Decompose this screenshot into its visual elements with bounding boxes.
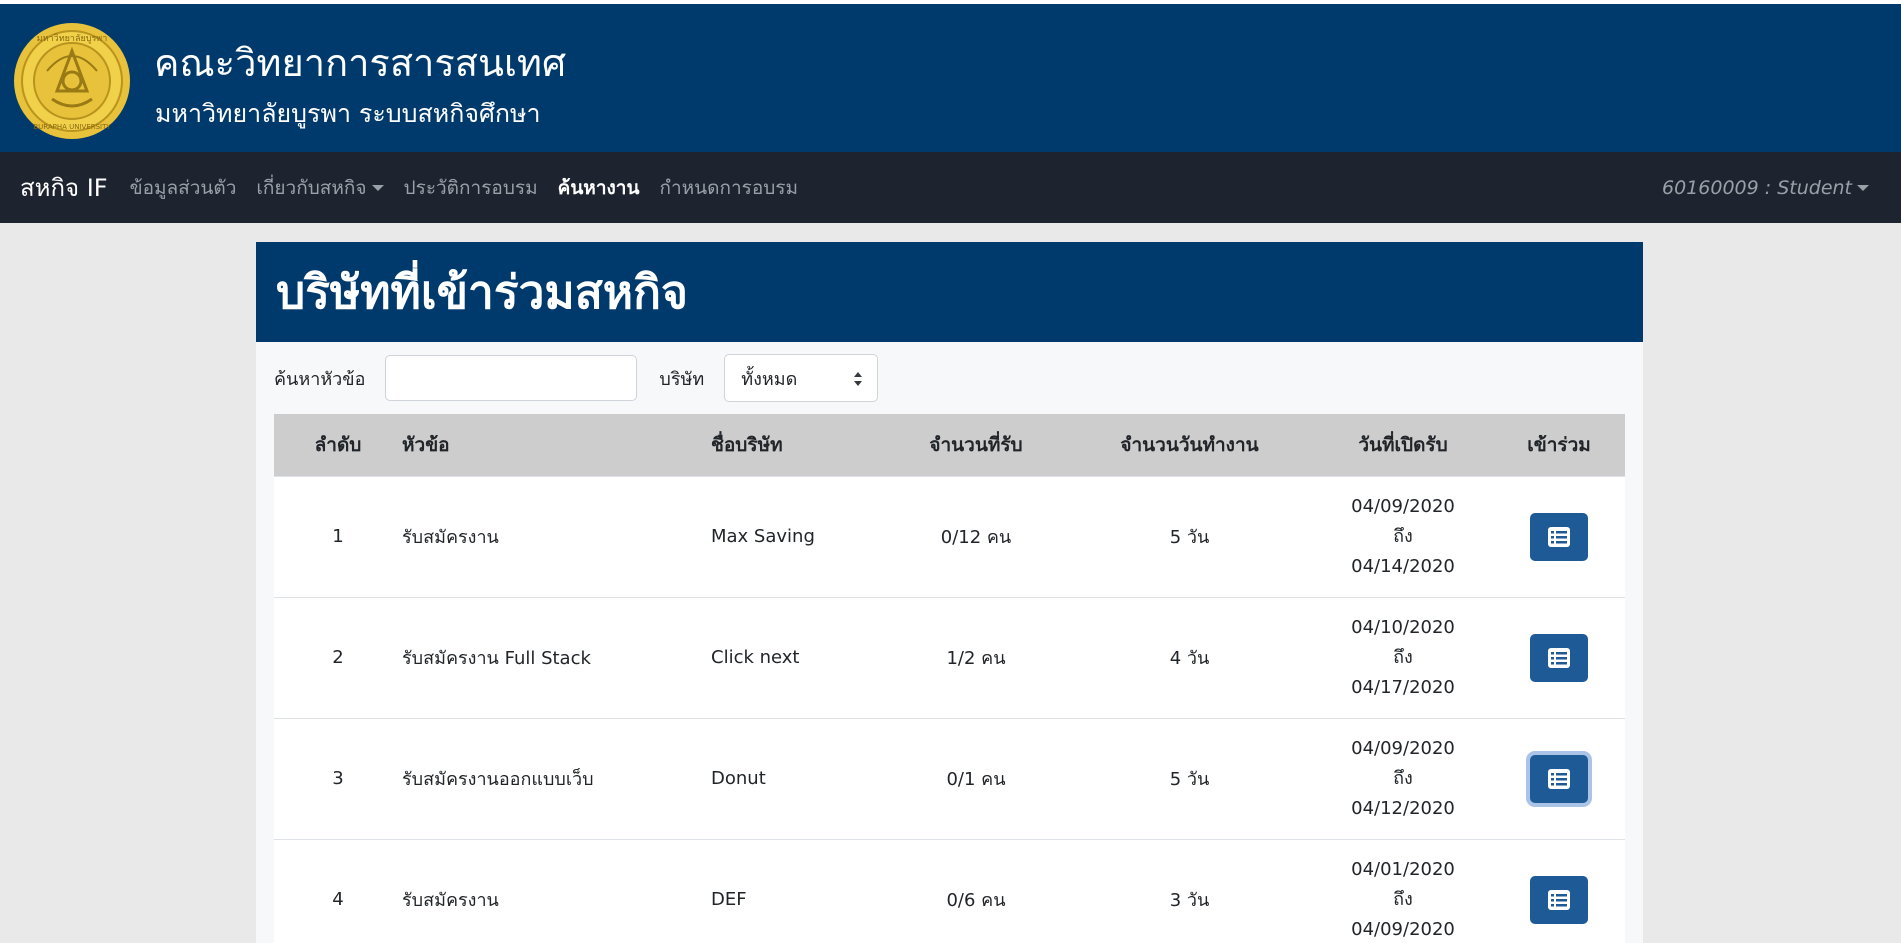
row-index: 3 bbox=[274, 717, 402, 839]
caret-down-icon bbox=[1857, 184, 1869, 191]
row-end-date: 04/14/2020 bbox=[1351, 555, 1455, 577]
nav-item-training-history-label: ประวัติการอบรม bbox=[403, 176, 538, 199]
row-dates: 04/09/2020 ถึง 04/14/2020 bbox=[1313, 475, 1493, 597]
nav-item-training-schedule[interactable]: กำหนดการอบรม bbox=[659, 173, 798, 203]
row-date-separator: ถึง bbox=[1393, 646, 1413, 668]
col-join-header: เข้าร่วม bbox=[1527, 433, 1591, 456]
row-days: 5 วัน bbox=[1066, 717, 1313, 839]
list-icon bbox=[1548, 647, 1570, 668]
join-button[interactable] bbox=[1530, 875, 1588, 924]
row-company: Max Saving bbox=[711, 475, 886, 597]
table-header-row: ลำดับ หัวข้อ ชื่อบริษัท จำนวนที่รับ จำนว… bbox=[274, 414, 1625, 476]
row-start-date: 04/01/2020 bbox=[1351, 858, 1455, 880]
row-end-date: 04/12/2020 bbox=[1351, 797, 1455, 819]
join-button[interactable] bbox=[1530, 512, 1588, 561]
col-index-header: ลำดับ bbox=[314, 433, 362, 456]
main-navbar: สหกิจ IF ข้อมูลส่วนตัว เกี่ยวกับสหกิจ ปร… bbox=[0, 152, 1901, 223]
row-start-date: 04/09/2020 bbox=[1351, 737, 1455, 759]
col-dates-header: วันที่เปิดรับ bbox=[1358, 433, 1448, 456]
row-count: 1/2 คน bbox=[886, 596, 1066, 718]
nav-item-profile-label: ข้อมูลส่วนตัว bbox=[129, 176, 237, 199]
search-label: ค้นหาหัวข้อ bbox=[274, 368, 366, 390]
table-header: ลำดับ หัวข้อ ชื่อบริษัท จำนวนที่รับ จำนว… bbox=[274, 414, 1625, 476]
nav-item-job-search-label: ค้นหางาน bbox=[557, 176, 640, 199]
sort-arrows-icon bbox=[854, 372, 863, 386]
row-days: 4 วัน bbox=[1066, 596, 1313, 718]
page-title: บริษัทที่เข้าร่วมสหกิจ bbox=[276, 264, 688, 319]
row-join-cell bbox=[1493, 838, 1625, 943]
row-topic: รับสมัครงาน bbox=[402, 838, 711, 943]
seal-text-bottom: BURAPHA UNIVERSITY bbox=[33, 123, 111, 131]
row-end-date: 04/17/2020 bbox=[1351, 676, 1455, 698]
row-date-separator: ถึง bbox=[1393, 767, 1413, 789]
row-dates: 04/10/2020 ถึง 04/17/2020 bbox=[1313, 596, 1493, 718]
row-join-cell bbox=[1493, 596, 1625, 718]
faculty-title: คณะวิทยาการสารสนเทศ bbox=[154, 41, 567, 85]
user-menu-label: 60160009 : Student bbox=[1662, 176, 1852, 199]
company-select-value: ทั้งหมด bbox=[741, 368, 798, 390]
system-subtitle: มหาวิทยาลัยบูรพา ระบบสหกิจศึกษา bbox=[155, 99, 541, 128]
list-icon bbox=[1548, 768, 1570, 789]
search-input[interactable] bbox=[385, 355, 638, 401]
row-company: Click next bbox=[711, 596, 886, 718]
row-topic: รับสมัครงาน bbox=[402, 475, 711, 597]
company-select[interactable]: ทั้งหมด bbox=[724, 354, 879, 402]
nav-item-about-label: เกี่ยวกับสหกิจ bbox=[256, 176, 367, 199]
row-company: DEF bbox=[711, 838, 886, 943]
row-days: 5 วัน bbox=[1066, 475, 1313, 597]
companies-card: บริษัทที่เข้าร่วมสหกิจ ค้นหาหัวข้อ บริษั… bbox=[256, 242, 1643, 943]
row-index: 2 bbox=[274, 596, 402, 718]
row-date-separator: ถึง bbox=[1393, 888, 1413, 910]
col-days-header: จำนวนวันทำงาน bbox=[1120, 433, 1259, 456]
row-join-cell bbox=[1493, 717, 1625, 839]
col-topic-header: หัวข้อ bbox=[402, 433, 450, 456]
jobs-table-wrapper: ลำดับ หัวข้อ ชื่อบริษัท จำนวนที่รับ จำนว… bbox=[274, 414, 1625, 943]
row-start-date: 04/09/2020 bbox=[1351, 495, 1455, 517]
row-dates: 04/01/2020 ถึง 04/09/2020 bbox=[1313, 838, 1493, 943]
navbar-brand[interactable]: สหกิจ IF bbox=[20, 168, 108, 207]
row-index: 4 bbox=[274, 838, 402, 943]
row-topic: รับสมัครงานออกแบบเว็บ bbox=[402, 717, 711, 839]
row-company: Donut bbox=[711, 717, 886, 839]
nav-item-training-schedule-label: กำหนดการอบรม bbox=[659, 176, 799, 199]
join-button[interactable] bbox=[1530, 633, 1588, 682]
nav-item-profile[interactable]: ข้อมูลส่วนตัว bbox=[130, 173, 237, 203]
row-count: 0/6 คน bbox=[886, 838, 1066, 943]
list-icon bbox=[1548, 889, 1570, 910]
join-button[interactable] bbox=[1530, 754, 1588, 803]
filter-bar: ค้นหาหัวข้อ บริษัท ทั้งหมด bbox=[256, 342, 1643, 414]
table-row: 4 รับสมัครงาน DEF 0/6 คน 3 วัน 04/01/202… bbox=[274, 838, 1625, 943]
row-start-date: 04/10/2020 bbox=[1351, 616, 1455, 638]
row-days: 3 วัน bbox=[1066, 838, 1313, 943]
table-row: 2 รับสมัครงาน Full Stack Click next 1/2 … bbox=[274, 596, 1625, 718]
list-icon bbox=[1548, 526, 1570, 547]
caret-down-icon bbox=[371, 185, 384, 191]
site-banner: มหาวิทยาลัยบูรพา BURAPHA UNIVERSITY คณะว… bbox=[0, 4, 1901, 152]
nav-item-training-history[interactable]: ประวัติการอบรม bbox=[404, 173, 538, 203]
nav-item-about-dropdown[interactable]: เกี่ยวกับสหกิจ bbox=[256, 173, 384, 203]
table-row: 3 รับสมัครงานออกแบบเว็บ Donut 0/1 คน 5 ว… bbox=[274, 717, 1625, 839]
row-join-cell bbox=[1493, 475, 1625, 597]
row-end-date: 04/09/2020 bbox=[1351, 918, 1455, 940]
row-index: 1 bbox=[274, 475, 402, 597]
row-count: 0/1 คน bbox=[886, 717, 1066, 839]
table-body: 1 รับสมัครงาน Max Saving 0/12 คน 5 วัน 0… bbox=[274, 475, 1625, 943]
seal-text-top: มหาวิทยาลัยบูรพา bbox=[37, 33, 108, 44]
card-header: บริษัทที่เข้าร่วมสหกิจ bbox=[256, 242, 1643, 342]
user-menu-dropdown[interactable]: 60160009 : Student bbox=[1662, 152, 1869, 223]
company-filter-label: บริษัท bbox=[659, 368, 705, 390]
nav-item-job-search[interactable]: ค้นหางาน bbox=[558, 173, 640, 203]
table-row: 1 รับสมัครงาน Max Saving 0/12 คน 5 วัน 0… bbox=[274, 475, 1625, 597]
university-seal-logo: มหาวิทยาลัยบูรพา BURAPHA UNIVERSITY bbox=[14, 23, 130, 139]
jobs-table: ลำดับ หัวข้อ ชื่อบริษัท จำนวนที่รับ จำนว… bbox=[274, 414, 1625, 943]
row-date-separator: ถึง bbox=[1393, 525, 1413, 547]
row-topic: รับสมัครงาน Full Stack bbox=[402, 596, 711, 718]
col-company-header: ชื่อบริษัท bbox=[711, 433, 783, 456]
col-count-header: จำนวนที่รับ bbox=[929, 433, 1023, 456]
row-count: 0/12 คน bbox=[886, 475, 1066, 597]
row-dates: 04/09/2020 ถึง 04/12/2020 bbox=[1313, 717, 1493, 839]
